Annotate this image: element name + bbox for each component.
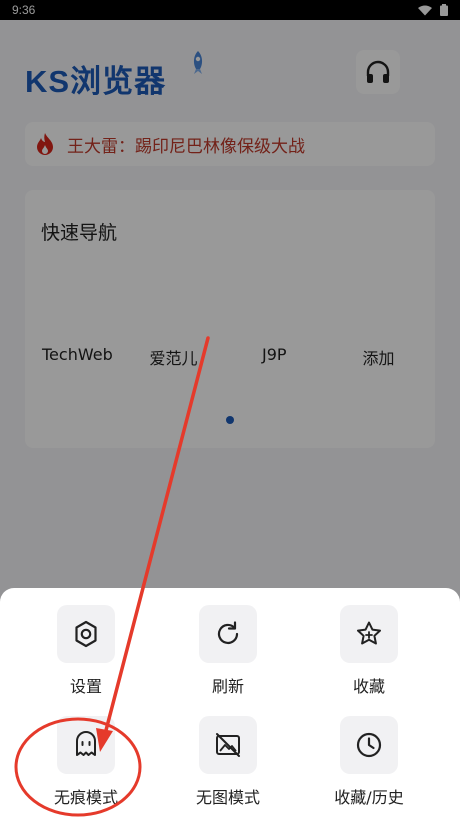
- menu-item-label: 无痕模式: [53, 788, 118, 807]
- menu-item-settings[interactable]: 设置: [16, 605, 156, 697]
- menu-sheet: 设置 刷新 收藏 无痕模式 无图模式 收藏/历史: [0, 588, 460, 818]
- menu-item-no-image[interactable]: 无图模式: [158, 716, 298, 808]
- refresh-icon: [217, 621, 239, 644]
- menu-item-label: 设置: [69, 677, 102, 696]
- menu-item-label: 无图模式: [195, 788, 260, 807]
- menu-item-incognito[interactable]: 无痕模式: [16, 716, 156, 808]
- menu-item-label: 刷新: [211, 677, 244, 696]
- menu-item-label: 收藏: [352, 677, 385, 696]
- incognito-ghost-icon: [76, 731, 96, 756]
- no-image-icon: [216, 733, 240, 757]
- clock-icon: [356, 732, 382, 758]
- menu-item-favorite[interactable]: 收藏: [299, 605, 439, 697]
- star-icon: [357, 621, 381, 645]
- gear-icon: [75, 620, 97, 648]
- menu-item-label: 收藏/历史: [334, 788, 404, 807]
- menu-item-favorites-history[interactable]: 收藏/历史: [299, 716, 439, 808]
- menu-item-refresh[interactable]: 刷新: [158, 605, 298, 697]
